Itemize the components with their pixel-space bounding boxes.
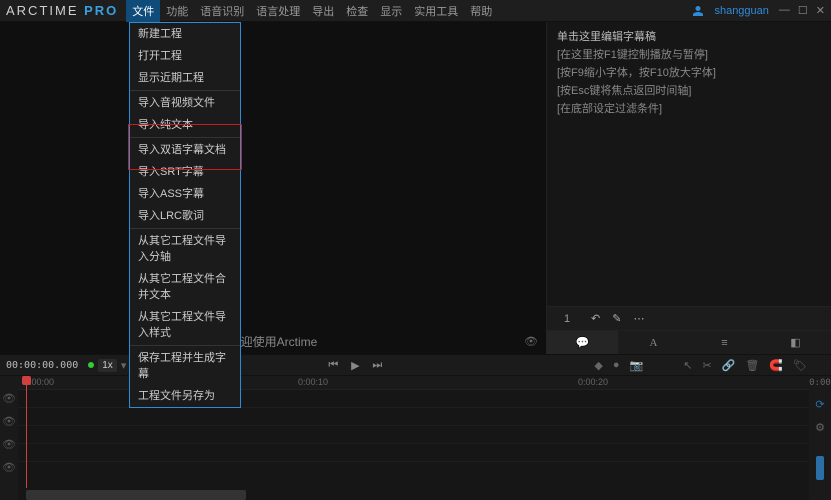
side-tabs: 💬 A ≡ ◧ [547, 330, 831, 354]
menu-save-as[interactable]: 工程文件另存为 [130, 385, 240, 407]
prev-button[interactable]: ⏮ [322, 359, 344, 372]
menu-speech[interactable]: 语音识别 [194, 0, 250, 22]
camera-icon[interactable]: 📷 [630, 359, 644, 372]
menu-import-av[interactable]: 导入音视频文件 [130, 92, 240, 114]
magnet-icon[interactable]: 🧲 [769, 359, 783, 372]
close-button[interactable]: ✕ [816, 4, 825, 17]
eye-icon[interactable]: 👁 [2, 461, 16, 474]
status-dot [88, 362, 94, 368]
window-controls: — ☐ ✕ [779, 4, 825, 17]
menu-display[interactable]: 显示 [374, 0, 408, 22]
subtitle-editor-placeholder[interactable]: 单击这里编辑字幕稿 [在这里按F1键控制播放与暂停] [按F9缩小字体，按F10… [547, 22, 831, 306]
marker-icon[interactable]: ◆ [594, 359, 602, 372]
chevron-down-icon[interactable]: ▾ [121, 359, 127, 372]
hint-line: [按Esc键将焦点返回时间轴] [557, 82, 821, 100]
menu-import-text[interactable]: 导入纯文本 [130, 114, 240, 136]
menu-check[interactable]: 检查 [340, 0, 374, 22]
transport-tools-right: ↖ ✂ 🔗 🗑 🧲 🏷 [673, 359, 817, 372]
transport-tools-left: ◆ ● 📷 [584, 359, 653, 372]
play-button[interactable]: ▶ [344, 359, 366, 372]
menu-save-generate[interactable]: 保存工程并生成字幕 [130, 347, 240, 385]
tag-icon[interactable]: 🏷 [793, 359, 807, 372]
tab-font[interactable]: A [618, 331, 689, 354]
menu-import-lrc[interactable]: 导入LRC歌词 [130, 205, 240, 227]
next-button[interactable]: ⏭ [366, 359, 388, 372]
track-row[interactable] [18, 444, 809, 462]
video-area: 欢迎使用Arctime 👁 [0, 22, 546, 354]
link-icon[interactable]: 🔗 [722, 359, 736, 372]
menu-import-srt[interactable]: 导入SRT字幕 [130, 161, 240, 183]
maximize-button[interactable]: ☐ [798, 4, 808, 17]
timeline: 👁 👁 👁 👁 0:00:00 0:00:10 0:00:20 0:00 ⟳ ⚙ [0, 376, 831, 500]
menu-separator [130, 345, 240, 346]
menu-import-timing[interactable]: 从其它工程文件导入分轴 [130, 230, 240, 268]
eye-icon[interactable]: 👁 [2, 438, 16, 451]
file-dropdown: 新建工程 打开工程 显示近期工程 导入音视频文件 导入纯文本 导入双语字幕文档 … [129, 22, 241, 408]
menu-separator [130, 90, 240, 91]
menu-open-project[interactable]: 打开工程 [130, 45, 240, 67]
track-number: 1 [555, 313, 579, 325]
menu-language[interactable]: 语言处理 [250, 0, 306, 22]
side-toolbar-top: 1 ↶ ✎ ⋯ [547, 306, 831, 330]
menu-function[interactable]: 功能 [160, 0, 194, 22]
ruler-tick: 0:00:10 [298, 377, 328, 387]
hint-line: [按F9缩小字体，按F10放大字体] [557, 64, 821, 82]
user-area[interactable]: shangguan [692, 5, 768, 17]
menu-import-merge-text[interactable]: 从其它工程文件合并文本 [130, 268, 240, 306]
hint-line: [在底部设定过滤条件] [557, 100, 821, 118]
menu-help[interactable]: 帮助 [464, 0, 498, 22]
more-icon[interactable]: ⋯ [633, 312, 644, 325]
edit-icon[interactable]: ✎ [612, 312, 621, 325]
timecode: 00:00:00.000 [0, 360, 84, 371]
track-header-strip: 👁 👁 👁 👁 [0, 376, 18, 500]
main-row: 欢迎使用Arctime 👁 单击这里编辑字幕稿 [在这里按F1键控制播放与暂停]… [0, 22, 831, 354]
cursor-icon[interactable]: ↖ [683, 359, 692, 372]
track-row[interactable] [18, 408, 809, 426]
ruler-right-time: 0:00 [809, 378, 831, 388]
title-bar: ARCTIME PRO 文件 功能 语音识别 语言处理 导出 检查 显示 实用工… [0, 0, 831, 22]
hint-header: 单击这里编辑字幕稿 [557, 28, 821, 46]
zoom-slider[interactable] [816, 456, 824, 480]
settings-icon[interactable]: ⚙ [815, 421, 825, 434]
transport-bar: 00:00:00.000 1x ▾ ⏮ ▶ ⏭ ◆ ● 📷 ↖ ✂ 🔗 🗑 🧲 … [0, 354, 831, 376]
horizontal-scrollbar[interactable] [26, 490, 246, 500]
menu-import-style[interactable]: 从其它工程文件导入样式 [130, 306, 240, 344]
menu-tools[interactable]: 实用工具 [408, 0, 464, 22]
menu-separator [130, 137, 240, 138]
menu-export[interactable]: 导出 [306, 0, 340, 22]
menu-separator [130, 228, 240, 229]
eye-icon[interactable]: 👁 [2, 415, 16, 428]
menu-import-ass[interactable]: 导入ASS字幕 [130, 183, 240, 205]
user-icon [692, 5, 704, 17]
hint-line: [在这里按F1键控制播放与暂停] [557, 46, 821, 64]
side-panel: 单击这里编辑字幕稿 [在这里按F1键控制播放与暂停] [按F9缩小字体，按F10… [546, 22, 831, 354]
ruler-tick: 0:00:20 [578, 377, 608, 387]
speed-badge[interactable]: 1x [98, 359, 117, 372]
eye-icon[interactable]: 👁 [2, 392, 16, 405]
track-row[interactable] [18, 426, 809, 444]
cut-icon[interactable]: ✂ [702, 359, 711, 372]
tab-grid[interactable]: ◧ [760, 331, 831, 354]
sync-icon[interactable]: ⟳ [815, 398, 824, 411]
menu-recent-projects[interactable]: 显示近期工程 [130, 67, 240, 89]
menu-import-bilingual[interactable]: 导入双语字幕文档 [130, 139, 240, 161]
menu-file[interactable]: 文件 [126, 0, 160, 22]
tab-list[interactable]: ≡ [689, 331, 760, 354]
menu-bar: 文件 功能 语音识别 语言处理 导出 检查 显示 实用工具 帮助 [126, 0, 692, 22]
record-icon[interactable]: ● [613, 359, 620, 372]
minimize-button[interactable]: — [779, 4, 790, 17]
timeline-right-strip: 0:00 ⟳ ⚙ [809, 376, 831, 500]
tab-chat[interactable]: 💬 [547, 331, 618, 354]
menu-new-project[interactable]: 新建工程 [130, 23, 240, 45]
eye-icon[interactable]: 👁 [524, 335, 538, 348]
username: shangguan [714, 5, 768, 17]
trash-icon[interactable]: 🗑 [745, 359, 759, 372]
undo-icon[interactable]: ↶ [591, 312, 600, 325]
app-logo: ARCTIME PRO [6, 3, 118, 18]
welcome-text: 欢迎使用Arctime [0, 329, 546, 354]
playhead[interactable] [26, 376, 27, 488]
